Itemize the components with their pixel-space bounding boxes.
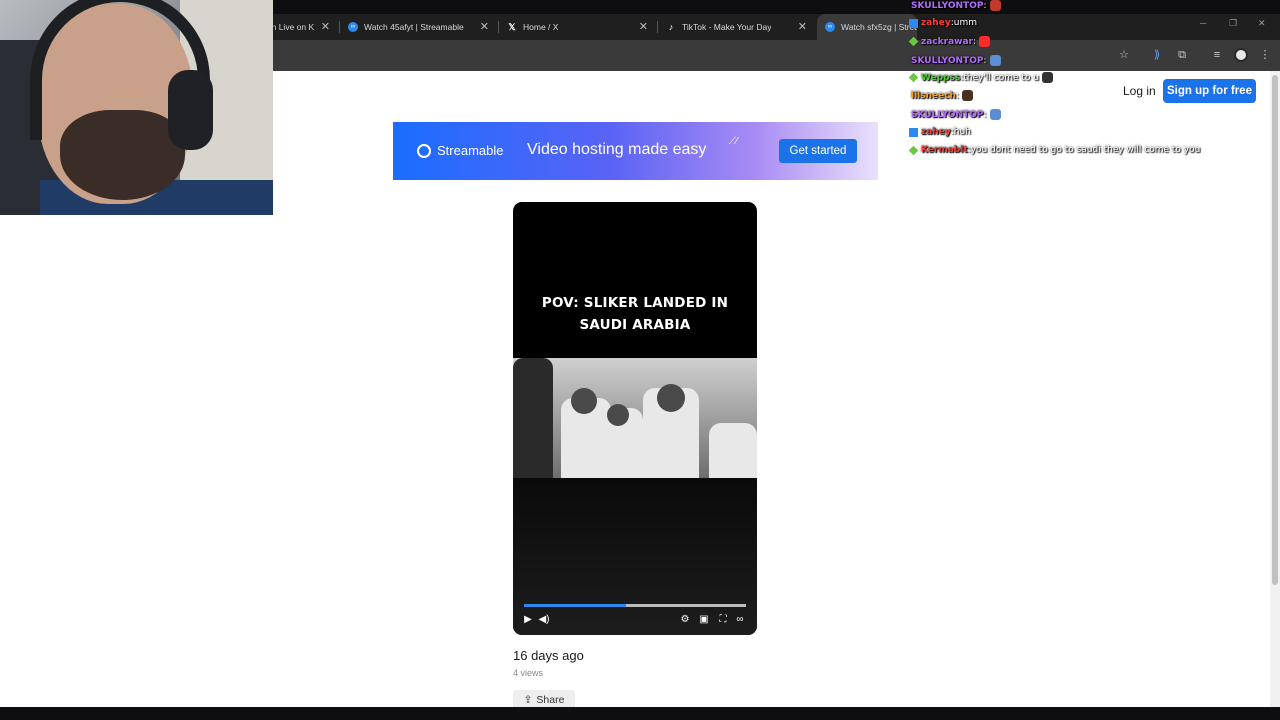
chat-badge-icon	[908, 145, 919, 155]
chat-message: zackrawar :	[908, 36, 991, 47]
chat-username: lilsneech	[911, 90, 956, 101]
chat-emote-icon	[989, 0, 1001, 11]
chat-separator: :	[983, 109, 987, 120]
chat-username: zahey	[921, 18, 951, 28]
chat-username: zackrawar	[921, 36, 973, 47]
view-count: 4 views	[513, 668, 544, 678]
chat-message: SKULLYONTOP :	[911, 109, 1001, 120]
close-icon[interactable]: ✕	[798, 20, 807, 33]
streamable-brand-icon[interactable]: ∞	[734, 614, 746, 626]
chat-separator: :	[983, 0, 987, 11]
promo-banner[interactable]: Streamable Video hosting made easy ⟋⁄ Ge…	[393, 122, 878, 180]
chat-badge-icon	[908, 72, 919, 83]
upload-age: 16 days ago	[513, 648, 584, 663]
video-caption: POV: SLIKER LANDED IN SAUDI ARABIA	[541, 295, 729, 333]
tab-title: TikTok - Make Your Day	[682, 22, 772, 32]
video-player[interactable]: POV: SLIKER LANDED IN SAUDI ARABIA ▶ ◀) …	[513, 202, 757, 635]
x-icon: 𝕏	[508, 21, 516, 32]
chat-text: you dont need to go to saudi they will c…	[970, 145, 1201, 155]
tiktok-icon: ♪	[668, 22, 674, 32]
tab-streamable-sfx5zg[interactable]: ∞ Watch sfx5zg | Streamable	[817, 14, 917, 40]
progress-fill	[524, 604, 627, 607]
chat-badge-icon	[909, 18, 918, 28]
chat-username: Weppss	[921, 72, 961, 83]
tab-title: Watch 45afyt | Streamable	[364, 22, 464, 32]
tab-x-home[interactable]: 𝕏 Home / X ✕	[499, 14, 656, 40]
sparkle-icon: ⟋⁄	[729, 136, 738, 147]
chat-emote-icon	[979, 36, 991, 47]
chat-username: Kermablt	[921, 145, 968, 155]
chat-text: they'll come to u	[963, 72, 1040, 83]
webcam-overlay	[0, 0, 273, 215]
video-lower-area	[513, 478, 757, 635]
chat-separator: :	[972, 36, 977, 47]
window-bottom-strip	[0, 707, 1280, 720]
share-label: Share	[536, 694, 565, 706]
progress-bar[interactable]	[524, 604, 746, 607]
chat-username: SKULLYONTOP	[911, 109, 984, 120]
play-icon[interactable]: ▶	[522, 614, 534, 626]
fullscreen-icon[interactable]: ⛶	[717, 614, 729, 626]
chat-emote-icon	[1042, 72, 1054, 83]
get-started-button[interactable]: Get started	[779, 139, 857, 163]
streamable-icon: ∞	[348, 22, 358, 32]
chat-message: Weppss : they'll come to u	[908, 72, 1054, 83]
chat-message: Kermablt : you dont need to go to saudi …	[908, 145, 1201, 155]
chat-badge-icon	[909, 127, 918, 137]
video-frame	[513, 358, 757, 478]
picture-in-picture-icon[interactable]: ▣	[698, 614, 710, 626]
streamable-logo: Streamable	[417, 143, 503, 158]
banner-tagline: Video hosting made easy	[527, 141, 707, 158]
chat-message: SKULLYONTOP :	[911, 55, 1001, 66]
chat-message: SKULLYONTOP :	[911, 0, 1001, 11]
settings-gear-icon[interactable]: ⚙	[679, 614, 691, 626]
volume-icon[interactable]: ◀)	[538, 614, 550, 626]
chat-message: lilsneech :	[911, 90, 974, 101]
chat-text: huh	[953, 127, 971, 137]
chat-emote-icon	[989, 109, 1001, 120]
chat-emote-icon	[962, 90, 974, 101]
chat-message: zahey : huh	[909, 127, 971, 137]
chat-username: zahey	[921, 127, 951, 137]
tab-streamable-45afyt[interactable]: ∞ Watch 45afyt | Streamable ✕	[340, 14, 497, 40]
chat-username: SKULLYONTOP	[911, 0, 984, 11]
banner-logo-text: Streamable	[437, 143, 504, 158]
tab-tiktok[interactable]: ♪ TikTok - Make Your Day ✕	[658, 14, 815, 40]
chat-emote-icon	[989, 55, 1001, 66]
streamable-logo-icon	[417, 143, 431, 158]
chat-badge-icon	[908, 36, 919, 47]
chat-text: umm	[953, 18, 977, 28]
page-scrollbar[interactable]	[1270, 71, 1280, 707]
chat-username: SKULLYONTOP	[911, 55, 984, 66]
close-icon[interactable]: ✕	[639, 20, 648, 33]
share-icon: ⇪	[523, 694, 533, 706]
chat-message: zahey : umm	[909, 18, 977, 28]
chat-separator: :	[955, 90, 960, 101]
tab-title: Home / X	[523, 22, 559, 32]
chat-separator: :	[983, 55, 987, 66]
close-icon[interactable]: ✕	[321, 20, 330, 33]
streamable-icon: ∞	[825, 22, 835, 32]
close-icon[interactable]: ✕	[480, 20, 489, 33]
chat-overlay: SKULLYONTOP : zahey : umm zackrawar : SKU…	[905, 0, 1280, 160]
